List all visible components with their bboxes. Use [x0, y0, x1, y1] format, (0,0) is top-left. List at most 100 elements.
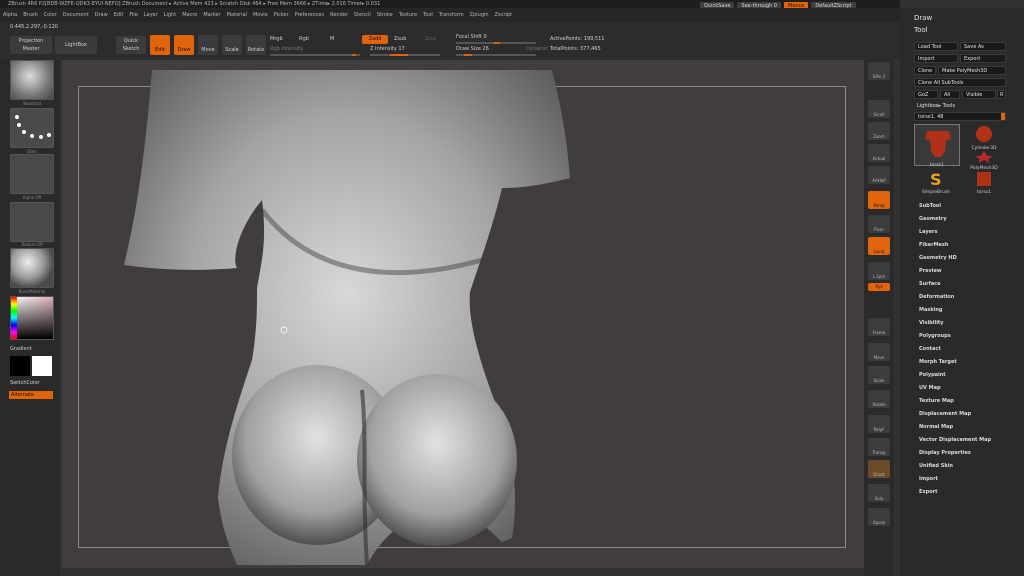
r-button[interactable]: R — [997, 90, 1006, 99]
draw-size-track[interactable] — [456, 54, 536, 56]
menu-brush[interactable]: Brush — [20, 8, 40, 22]
load-tool-button[interactable]: Load Tool — [914, 42, 958, 51]
goz-button[interactable]: GoZ — [914, 90, 938, 99]
subpalette-deformation[interactable]: Deformation — [919, 294, 954, 300]
persp-button[interactable]: Persp — [868, 191, 890, 209]
menu-draw[interactable]: Draw — [92, 8, 111, 22]
import-tool-button[interactable]: Import — [914, 54, 958, 63]
alternate-button[interactable]: Alternate — [9, 391, 53, 399]
menu-transform[interactable]: Transform — [436, 8, 467, 22]
subpalette-texture-map[interactable]: Texture Map — [919, 398, 954, 404]
menu-macro[interactable]: Macro — [179, 8, 200, 22]
menu-edit[interactable]: Edit — [111, 8, 127, 22]
z-intensity-knob[interactable] — [390, 54, 408, 56]
tool-thumb-cylinder[interactable]: Cylinder3D — [962, 124, 1006, 151]
subpalette-visibility[interactable]: Visibility — [919, 320, 944, 326]
subpalette-vector-displacement-map[interactable]: Vector Displacement Map — [919, 437, 991, 443]
subpalette-displacement-map[interactable]: Displacement Map — [919, 411, 971, 417]
menu-layer[interactable]: Layer — [141, 8, 161, 22]
subpalette-subtool[interactable]: SubTool — [919, 203, 941, 209]
focal-shift-track[interactable] — [456, 42, 536, 44]
subpalette-morph-target[interactable]: Morph Target — [919, 359, 957, 365]
lightbox-tools-button[interactable]: Lightbox▸ Tools — [914, 102, 1006, 111]
subpalette-geometry-hd[interactable]: Geometry HD — [919, 255, 957, 261]
move-button[interactable]: Move — [198, 35, 218, 55]
dynamic-button[interactable]: Dynamic — [526, 46, 548, 52]
current-tool-slider[interactable]: torso1. 48 — [914, 112, 1006, 121]
menu-picker[interactable]: Picker — [271, 8, 292, 22]
menu-alpha[interactable]: Alpha — [0, 8, 20, 22]
stroke-thumbnail[interactable] — [10, 108, 54, 148]
quick-sketch-button[interactable]: Quick Sketch — [116, 36, 146, 54]
zcut-button[interactable]: Zcut — [425, 36, 436, 42]
torso-model[interactable] — [62, 60, 864, 568]
subpalette-geometry[interactable]: Geometry — [919, 216, 947, 222]
lsym-button[interactable]: L.Sym — [868, 262, 890, 280]
menu-texture[interactable]: Texture — [396, 8, 420, 22]
focal-shift-slider[interactable]: Focal Shift 0 — [456, 34, 487, 40]
menu-material[interactable]: Material — [224, 8, 250, 22]
menu-movie[interactable]: Movie — [250, 8, 271, 22]
current-tool-knob[interactable] — [1001, 113, 1005, 120]
primary-color-swatch[interactable] — [10, 356, 30, 376]
secondary-color-swatch[interactable] — [32, 356, 52, 376]
subpalette-import[interactable]: Import — [919, 476, 938, 482]
xyz-button[interactable]: Xyz — [868, 283, 890, 291]
draw-palette-header[interactable]: Draw — [914, 14, 932, 22]
tool-thumb-simplebrush[interactable]: S SimpleBrush — [914, 170, 958, 195]
zsub-button[interactable]: Zsub — [394, 36, 406, 42]
menu-zscript[interactable]: Zscript — [492, 8, 515, 22]
subpalette-display-properties[interactable]: Display Properties — [919, 450, 971, 456]
switchcolor-button[interactable]: SwitchColor — [10, 380, 40, 386]
color-picker[interactable] — [10, 296, 54, 340]
subpalette-normal-map[interactable]: Normal Map — [919, 424, 953, 430]
draw-size-knob[interactable] — [464, 54, 472, 56]
tool-palette-header[interactable]: Tool — [914, 26, 928, 34]
focal-shift-knob[interactable] — [494, 42, 500, 44]
subpalette-masking[interactable]: Masking — [919, 307, 943, 313]
save-as-button[interactable]: Save As — [960, 42, 1006, 51]
subpalette-surface[interactable]: Surface — [919, 281, 941, 287]
lightbox-button[interactable]: LightBox — [55, 36, 97, 54]
hue-strip[interactable] — [11, 297, 17, 339]
subpalette-uv-map[interactable]: UV Map — [919, 385, 941, 391]
rgb-button[interactable]: Rgb — [299, 36, 309, 42]
frame-button[interactable]: Frame — [868, 318, 890, 336]
subpalette-polygroups[interactable]: Polygroups — [919, 333, 951, 339]
menu-preferences[interactable]: Preferences — [292, 8, 327, 22]
draw-button[interactable]: Draw — [174, 35, 194, 55]
document-canvas[interactable] — [62, 60, 864, 568]
z-intensity-track[interactable] — [370, 54, 440, 56]
menu-stroke[interactable]: Stroke — [374, 8, 396, 22]
tool-thumb-polymesh[interactable]: PolyMesh3D — [962, 150, 1006, 171]
tool-thumb-torso-small[interactable]: torso1 — [962, 170, 1006, 195]
scroll-button[interactable]: Scroll — [868, 100, 890, 118]
menu-zplugin[interactable]: Zplugin — [467, 8, 492, 22]
subpalette-export[interactable]: Export — [919, 489, 938, 495]
menu-color[interactable]: Color — [41, 8, 60, 22]
floor-button[interactable]: Floor — [868, 215, 890, 233]
alpha-thumbnail[interactable] — [10, 154, 54, 194]
texture-thumbnail[interactable] — [10, 202, 54, 242]
transp-button[interactable]: Transp — [868, 438, 890, 456]
rgb-intensity-knob[interactable] — [352, 54, 356, 56]
all-button[interactable]: All — [940, 90, 960, 99]
mrgb-button[interactable]: Mrgb — [270, 36, 283, 42]
xpose-button[interactable]: Xpose — [868, 508, 890, 526]
subpalette-preview[interactable]: Preview — [919, 268, 942, 274]
zoom-button[interactable]: Zoom — [868, 122, 890, 140]
make-polymesh-button[interactable]: Make PolyMesh3D — [938, 66, 1006, 75]
z-intensity-slider[interactable]: Z Intensity 17 — [370, 46, 405, 52]
subpalette-fibermesh[interactable]: FiberMesh — [919, 242, 948, 248]
export-tool-button[interactable]: Export — [960, 54, 1006, 63]
edit-button[interactable]: Edit — [150, 35, 170, 55]
rgb-intensity-slider[interactable]: Rgb Intensity — [270, 46, 303, 52]
tool-thumb-torso-active[interactable]: torso1 — [914, 124, 960, 168]
clone-all-subtools-button[interactable]: Clone All SubTools — [914, 78, 1006, 87]
menu-render[interactable]: Render — [327, 8, 351, 22]
scale-button[interactable]: Scale — [222, 35, 242, 55]
move-view-button[interactable]: Move — [868, 343, 890, 361]
ghost-button[interactable]: Ghost — [868, 460, 890, 478]
menu-marker[interactable]: Marker — [200, 8, 223, 22]
zadd-button[interactable]: Zadd — [362, 35, 388, 44]
